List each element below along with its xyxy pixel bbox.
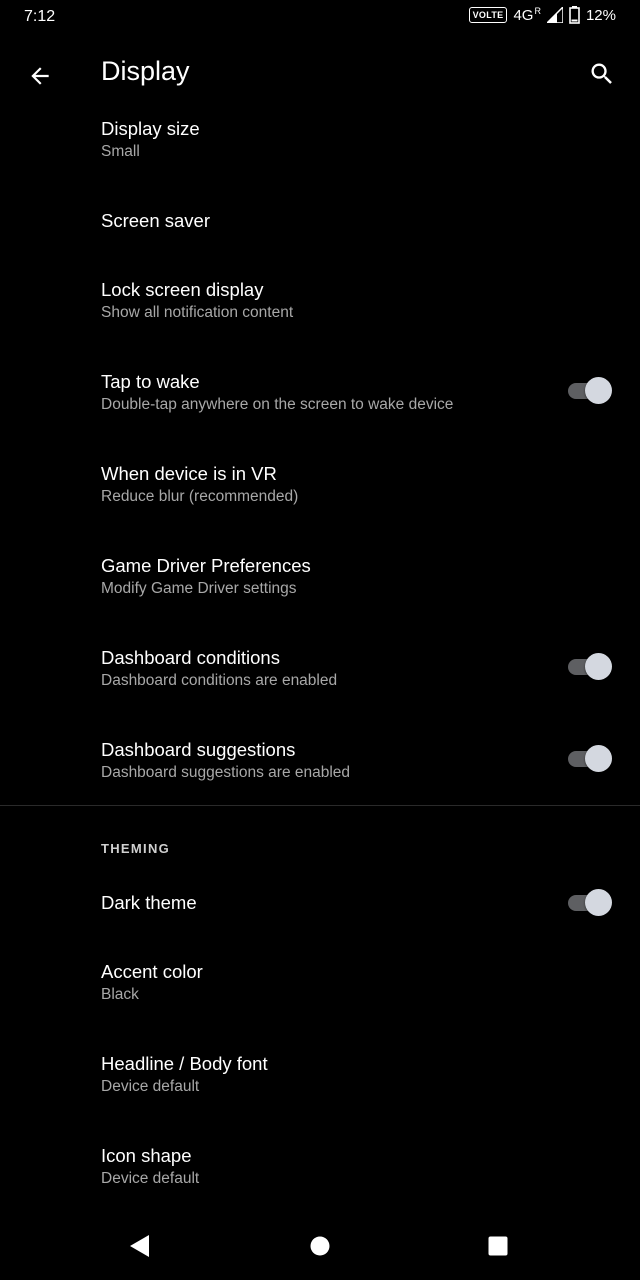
back-button[interactable]	[20, 56, 60, 96]
nav-recents-icon	[488, 1236, 508, 1256]
battery-icon	[569, 6, 580, 24]
roaming-indicator: R	[534, 5, 541, 16]
theming-section-header: THEMING	[101, 841, 171, 856]
nav-back-button[interactable]	[120, 1226, 160, 1266]
setting-title: Icon shape	[101, 1145, 192, 1166]
setting-lock-screen-display[interactable]: Lock screen display Show all notificatio…	[0, 266, 640, 358]
dashboard-conditions-toggle[interactable]	[568, 651, 612, 681]
navigation-bar	[0, 1212, 640, 1280]
setting-title: Dashboard suggestions	[101, 739, 296, 760]
setting-dark-theme[interactable]: Dark theme	[0, 858, 640, 950]
signal-icon	[546, 7, 563, 23]
nav-home-icon	[310, 1236, 330, 1256]
setting-summary: Dashboard conditions are enabled	[101, 672, 338, 689]
setting-summary: Black	[101, 986, 139, 1003]
setting-title: Headline / Body font	[101, 1053, 268, 1074]
page-title: Display	[101, 56, 190, 86]
nav-home-button[interactable]	[300, 1226, 340, 1266]
setting-title: Screen saver	[101, 210, 210, 231]
status-time: 7:12	[24, 8, 56, 25]
setting-summary: Modify Game Driver settings	[101, 580, 297, 597]
toggle-thumb	[585, 889, 612, 916]
setting-title: Display size	[101, 118, 200, 139]
setting-summary: Double-tap anywhere on the screen to wak…	[101, 396, 454, 413]
tap-to-wake-toggle[interactable]	[568, 375, 612, 405]
status-bar: 7:12 VOLTE 4G R 12%	[0, 0, 640, 34]
dashboard-suggestions-toggle[interactable]	[568, 743, 612, 773]
setting-title: Dashboard conditions	[101, 647, 280, 668]
setting-summary: Reduce blur (recommended)	[101, 488, 299, 505]
setting-summary: Device default	[101, 1078, 200, 1095]
dark-theme-toggle[interactable]	[568, 887, 612, 917]
battery-percent: 12%	[585, 6, 616, 24]
toggle-thumb	[585, 653, 612, 680]
setting-headline-body-font[interactable]: Headline / Body font Device default	[0, 1042, 640, 1134]
network-type-label: 4G	[513, 6, 534, 24]
setting-accent-color[interactable]: Accent color Black	[0, 950, 640, 1042]
app-bar: Display	[0, 34, 640, 114]
toggle-thumb	[585, 377, 612, 404]
setting-dashboard-conditions[interactable]: Dashboard conditions Dashboard condition…	[0, 634, 640, 726]
setting-summary: Dashboard suggestions are enabled	[101, 764, 351, 781]
nav-back-icon	[130, 1235, 149, 1257]
volte-badge: VOLTE	[468, 7, 508, 23]
status-icons: VOLTE 4G R 12%	[468, 5, 616, 24]
setting-game-driver[interactable]: Game Driver Preferences Modify Game Driv…	[0, 542, 640, 634]
search-icon	[591, 63, 612, 84]
nav-recents-button[interactable]	[478, 1226, 518, 1266]
toggle-thumb	[585, 745, 612, 772]
setting-summary: Small	[101, 143, 140, 160]
network-indicator: 4G R	[513, 5, 541, 24]
setting-screen-saver[interactable]: Screen saver	[0, 174, 640, 266]
setting-title: Accent color	[101, 961, 203, 982]
setting-title: Tap to wake	[101, 371, 200, 392]
search-button[interactable]	[582, 54, 622, 94]
setting-summary: Show all notification content	[101, 304, 294, 321]
setting-title: Game Driver Preferences	[101, 555, 311, 576]
setting-title: When device is in VR	[101, 463, 277, 484]
setting-tap-to-wake[interactable]: Tap to wake Double-tap anywhere on the s…	[0, 358, 640, 450]
setting-summary: Device default	[101, 1170, 200, 1187]
setting-title: Lock screen display	[101, 279, 264, 300]
setting-title: Dark theme	[101, 892, 197, 913]
arrow-back-icon	[31, 67, 49, 85]
section-divider	[0, 805, 640, 806]
setting-vr-mode[interactable]: When device is in VR Reduce blur (recomm…	[0, 450, 640, 542]
